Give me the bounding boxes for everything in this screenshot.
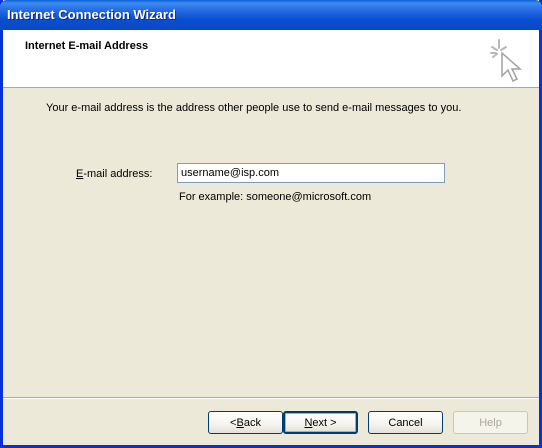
email-field[interactable] (177, 163, 445, 183)
page-title: Internet E-mail Address (25, 40, 149, 52)
intro-text: Your e-mail address is the address other… (46, 102, 462, 114)
back-accel: B (236, 416, 244, 429)
next-button[interactable]: Next > (283, 411, 358, 434)
example-text: For example: someone@microsoft.com (179, 191, 372, 203)
title-bar[interactable]: Internet Connection Wizard (0, 0, 542, 30)
back-button[interactable]: < Back (208, 411, 283, 434)
window-title: Internet Connection Wizard (7, 7, 176, 22)
next-label: ext > (312, 416, 337, 429)
wizard-header: Internet E-mail Address (3, 30, 539, 88)
next-accel: N (304, 416, 313, 429)
wizard-cursor-icon (490, 39, 522, 83)
help-button[interactable]: Help (453, 411, 528, 434)
email-label: E-mail address: (76, 168, 152, 180)
cancel-button[interactable]: Cancel (368, 411, 443, 434)
back-label: ack (243, 416, 261, 429)
wizard-window: Internet Connection Wizard Internet E-ma… (0, 0, 542, 448)
email-label-text: -mail address: (83, 168, 153, 180)
button-separator (3, 397, 539, 399)
